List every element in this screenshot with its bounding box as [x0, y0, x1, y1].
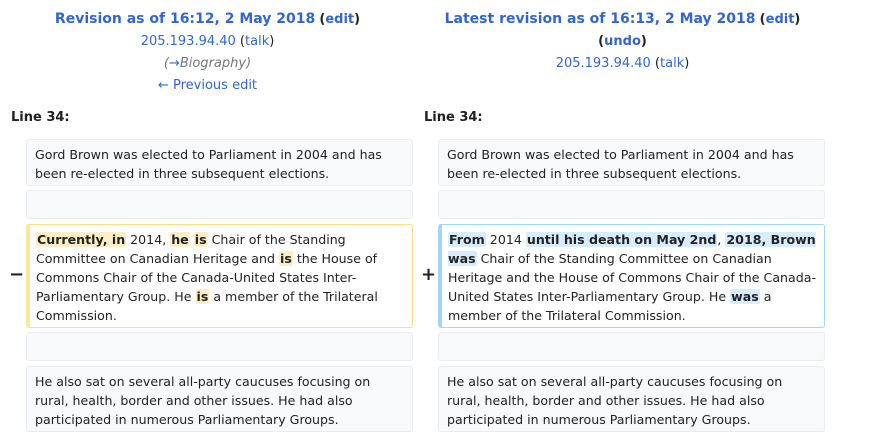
- left-revision-header: Revision as of 16:12, 2 May 2018 (edit) …: [10, 8, 405, 97]
- right-user-link[interactable]: 205.193.94.40: [556, 56, 651, 71]
- right-line-number: Line 34:: [424, 110, 483, 125]
- left-user-link[interactable]: 205.193.94.40: [141, 34, 236, 49]
- undo-link[interactable]: undo: [604, 34, 641, 49]
- left-revision-title-link[interactable]: Revision as of 16:12, 2 May 2018: [55, 11, 315, 27]
- right-context-line: He also sat on several all-party caucuse…: [438, 366, 825, 432]
- deleted-line: Currently, in 2014, he is Chair of the S…: [26, 224, 413, 328]
- left-context-line: He also sat on several all-party caucuse…: [26, 366, 413, 432]
- added-line: From 2014 until his death on May 2nd, 20…: [438, 224, 825, 328]
- right-edit-link[interactable]: edit: [766, 12, 795, 27]
- previous-edit-link[interactable]: ← Previous edit: [158, 78, 257, 93]
- right-revision-header: Latest revision as of 16:13, 2 May 2018 …: [444, 11, 801, 71]
- left-context-line: Gord Brown was elected to Parliament in …: [26, 139, 413, 186]
- deleted-line-marker: −: [9, 264, 25, 285]
- deleted-word: is: [195, 289, 210, 304]
- deleted-word: is: [279, 251, 293, 266]
- right-empty-line: [438, 332, 825, 361]
- added-word: was: [730, 289, 760, 304]
- left-empty-line: [26, 190, 413, 219]
- deleted-word: is: [193, 232, 208, 247]
- edit-summary: (→Biography): [163, 56, 252, 71]
- deleted-word: he: [170, 232, 190, 247]
- left-line-number: Line 34:: [11, 110, 70, 125]
- left-empty-line: [26, 332, 413, 361]
- section-arrow-link[interactable]: →: [169, 56, 180, 71]
- added-word: From: [448, 232, 486, 247]
- section-name: Biography: [179, 56, 247, 71]
- diff-text: 2014,: [126, 232, 171, 247]
- left-edit-link[interactable]: edit: [325, 12, 354, 27]
- left-talk-link[interactable]: talk: [245, 34, 269, 49]
- added-line-marker: +: [421, 264, 437, 285]
- added-word: until his death on May 2nd: [525, 232, 718, 247]
- right-talk-link[interactable]: talk: [660, 56, 684, 71]
- right-revision-title-link[interactable]: Latest revision as of 16:13, 2 May 2018: [445, 11, 756, 27]
- diff-text: 2014: [485, 232, 526, 247]
- deleted-word: Currently, in: [36, 232, 127, 247]
- right-context-line: Gord Brown was elected to Parliament in …: [438, 139, 825, 186]
- right-empty-line: [438, 190, 825, 219]
